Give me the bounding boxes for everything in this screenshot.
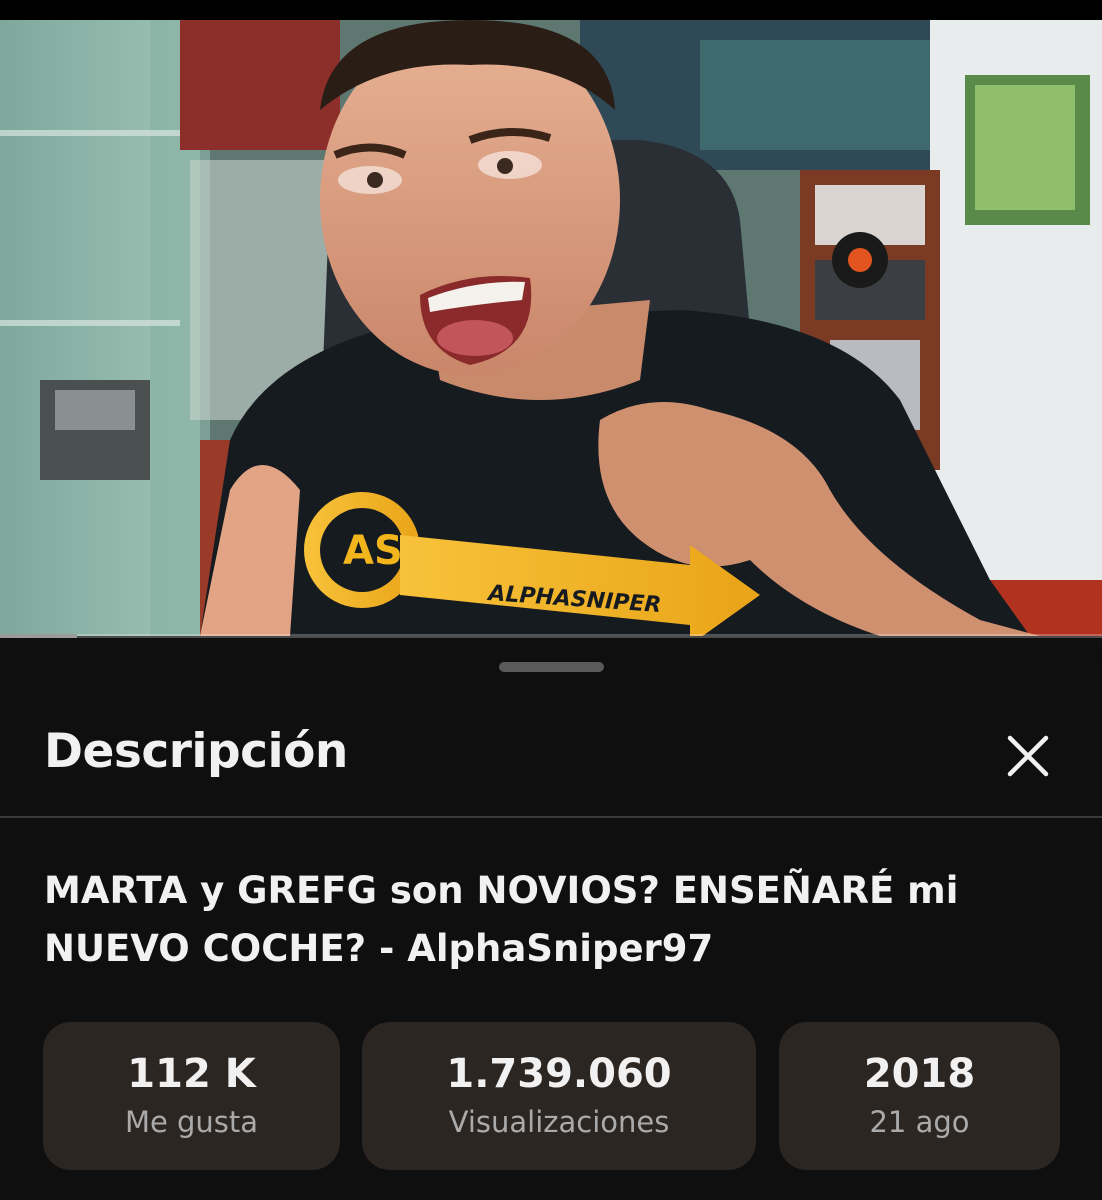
divider — [0, 816, 1102, 818]
status-bar — [0, 0, 1102, 20]
shirt-logo-letters: AS — [343, 528, 403, 574]
likes-label: Me gusta — [124, 1105, 259, 1139]
upload-year: 2018 — [863, 1051, 976, 1097]
upload-day-month: 21 ago — [869, 1105, 970, 1139]
description-sheet: Descripción MARTA y GREFG son NOVIOS? EN… — [0, 640, 1102, 1200]
views-count: 1.739.060 — [446, 1051, 672, 1097]
video-progress-bar[interactable] — [0, 634, 1102, 638]
close-button[interactable] — [996, 724, 1060, 788]
video-frame: AS ALPHASNIPER — [0, 20, 1102, 636]
video-progress-fill — [0, 634, 78, 638]
drag-handle[interactable] — [499, 662, 604, 672]
close-icon — [1007, 735, 1049, 777]
video-player[interactable]: AS ALPHASNIPER — [0, 20, 1102, 636]
views-label: Visualizaciones — [448, 1105, 670, 1139]
views-stat-card: 1.739.060 Visualizaciones — [362, 1022, 756, 1170]
likes-count: 112 K — [127, 1051, 256, 1097]
likes-stat-card: 112 K Me gusta — [43, 1022, 340, 1170]
video-title: MARTA y GREFG son NOVIOS? ENSEÑARÉ mi NU… — [44, 869, 959, 970]
date-stat-card: 2018 21 ago — [779, 1022, 1060, 1170]
sheet-title: Descripción — [44, 724, 348, 779]
